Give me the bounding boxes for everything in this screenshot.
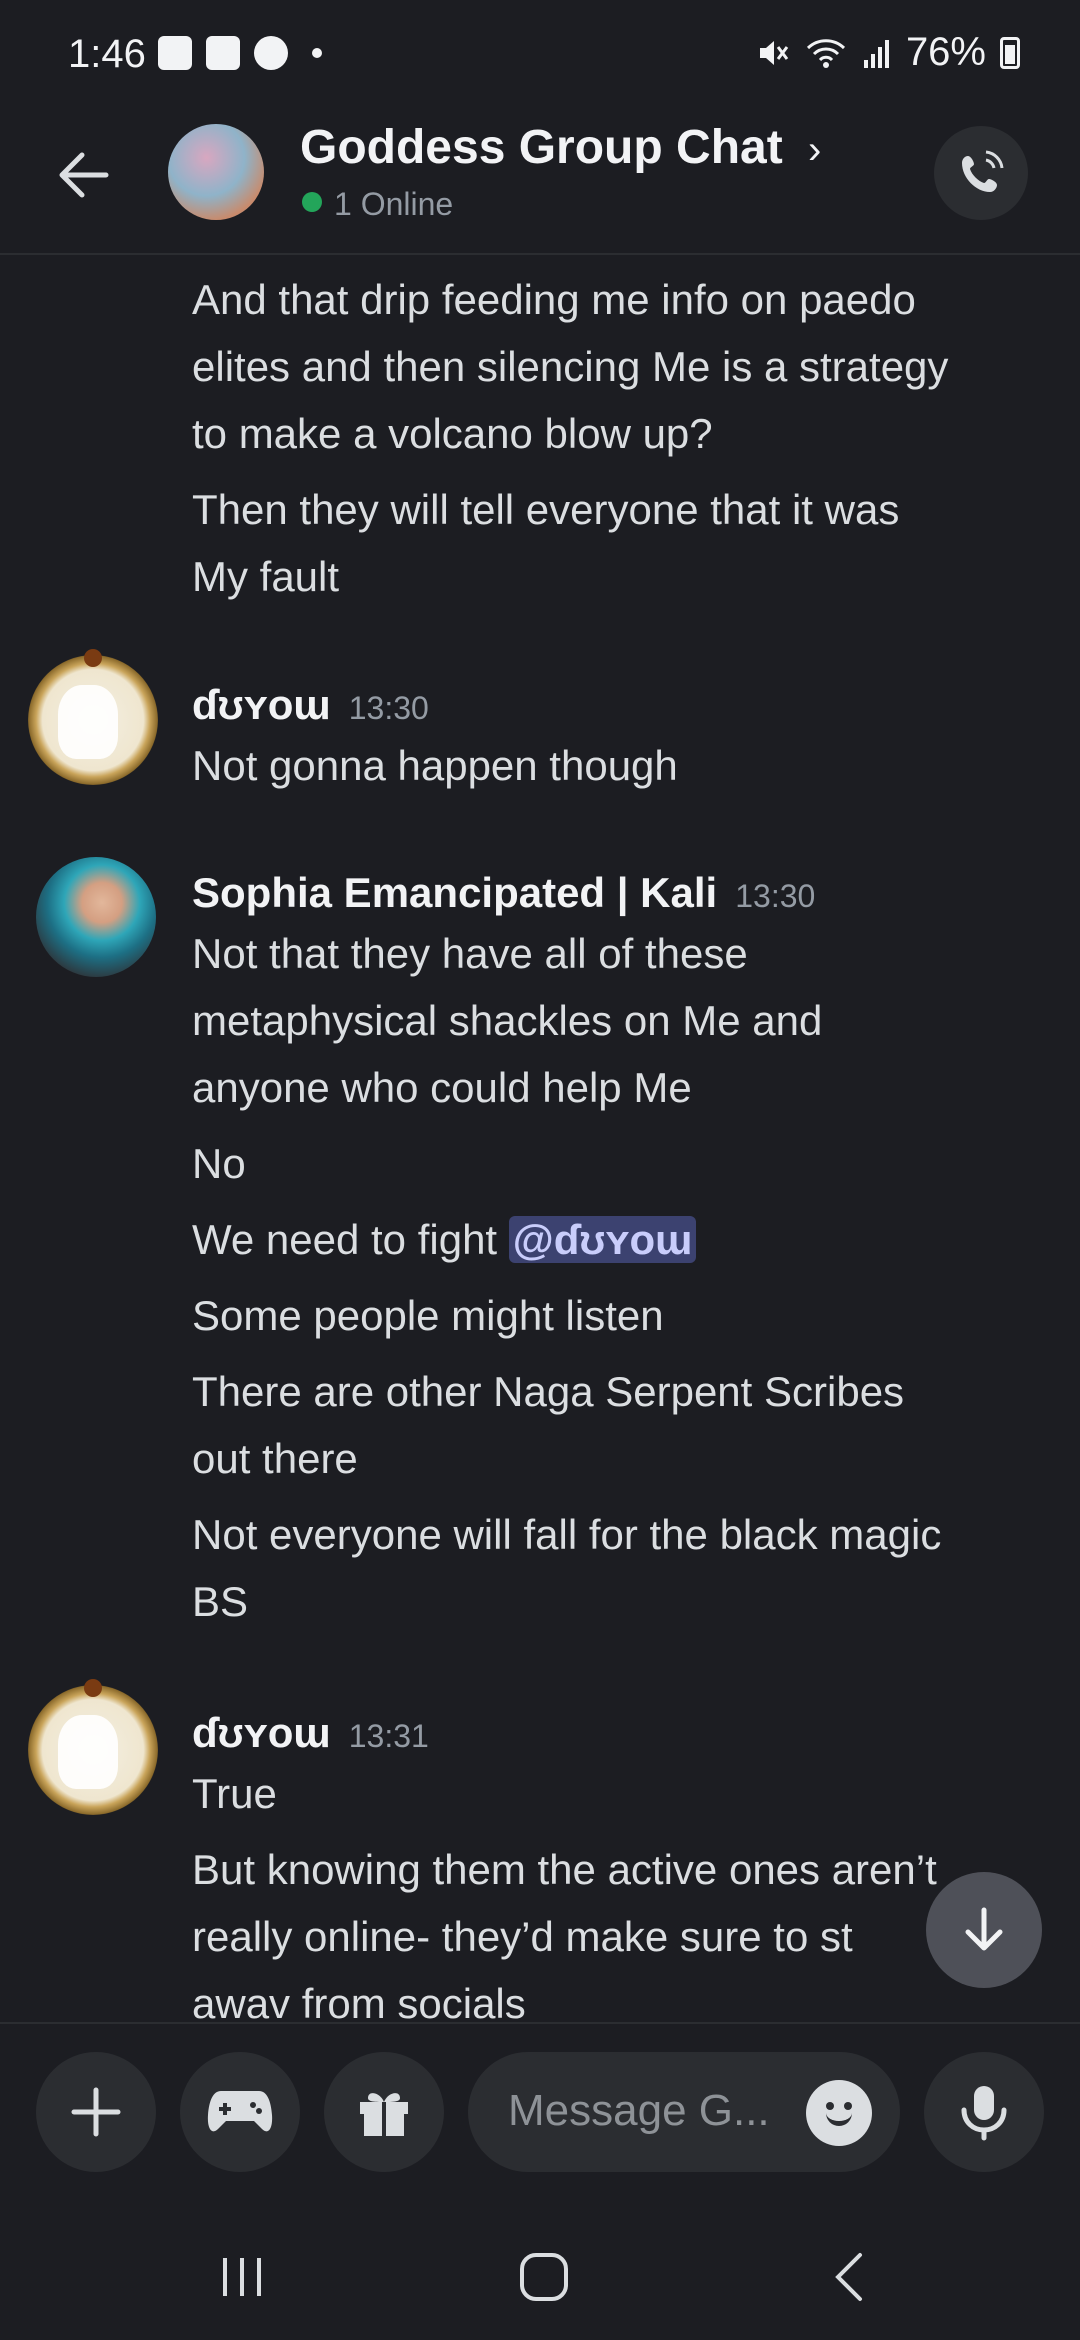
user-avatar[interactable] [28, 649, 158, 785]
system-status: 76% [756, 30, 1020, 75]
message-line: And that drip feeding me info on paedo [192, 276, 916, 323]
message-author[interactable]: ɗʊʏoɯ 13:31 [192, 1709, 429, 1757]
online-count: 1 Online [334, 186, 454, 222]
wifi-icon [806, 38, 845, 68]
message-line: There are other Naga Serpent Scribes [192, 1368, 905, 1415]
gamepad-icon [207, 2091, 273, 2132]
user-mention[interactable]: @ɗʊʏoɯ [508, 1216, 697, 1263]
message-line: anyone who could help Me [192, 1064, 692, 1111]
microphone-icon [961, 2086, 1007, 2141]
signal-icon [863, 39, 889, 68]
voice-message-button[interactable] [924, 2052, 1044, 2172]
message-line: metaphysical shackles on Me and [192, 997, 823, 1044]
emoji-mouth [826, 2112, 852, 2126]
message-timestamp: 13:30 [735, 878, 816, 914]
online-status-dot [302, 192, 322, 212]
message-author[interactable]: ɗʊʏoɯ 13:30 [192, 681, 429, 729]
battery-icon [1000, 36, 1020, 69]
chevron-right-icon[interactable]: › [808, 128, 821, 173]
message-line: elites and then silencing Me is a strate… [192, 343, 949, 390]
gallery-icon [158, 36, 192, 70]
message-line: Not that they have all of these [192, 930, 748, 977]
activities-button[interactable] [180, 2052, 300, 2172]
message-line: But knowing them the active ones aren’t [192, 1846, 937, 1893]
voice-call-button[interactable] [934, 126, 1028, 220]
mute-icon [759, 40, 789, 65]
message-line: Not gonna happen though [192, 742, 678, 789]
recent-apps-button[interactable] [202, 2242, 282, 2312]
message-line: True [192, 1770, 277, 1817]
arrow-down-icon [965, 1907, 1003, 1951]
message-line: Not everyone will fall for the black mag… [192, 1511, 942, 1558]
author-name[interactable]: ɗʊʏoɯ [192, 1709, 331, 1756]
back-icon [835, 2253, 862, 2301]
author-name[interactable]: Sophia Emancipated | Kali [192, 869, 717, 916]
scroll-to-bottom-button[interactable] [926, 1872, 1042, 1988]
chat-header: Goddess Group Chat › 1 Online [0, 110, 1080, 255]
message-timestamp: 13:30 [348, 690, 429, 726]
message-line: to make a volcano blow up? [192, 410, 713, 457]
phone-icon [962, 150, 1004, 192]
message-composer: Message G... [0, 2022, 1080, 2202]
recent-apps-icon [223, 2258, 261, 2296]
message-timestamp: 13:31 [348, 1718, 429, 1754]
calendar-icon [206, 36, 240, 70]
message-line: awav from socials [192, 1980, 526, 2022]
gift-button[interactable] [324, 2052, 444, 2172]
message-list[interactable]: And that drip feeding me info on paedo e… [0, 257, 1080, 2022]
user-avatar[interactable] [28, 1679, 158, 1815]
message-line: We need to fight @ɗʊʏoɯ [192, 1207, 1052, 1273]
plus-icon [71, 2087, 121, 2137]
user-avatar[interactable] [36, 857, 156, 977]
attach-button[interactable] [36, 2052, 156, 2172]
chat-title[interactable]: Goddess Group Chat [300, 120, 783, 175]
gift-icon [360, 2093, 408, 2136]
author-name[interactable]: ɗʊʏoɯ [192, 681, 331, 728]
group-avatar[interactable] [168, 124, 264, 220]
message-line: out there [192, 1435, 358, 1482]
home-icon [520, 2253, 568, 2301]
system-navigation-bar [0, 2202, 1080, 2340]
message-line: Some people might listen [192, 1292, 664, 1339]
emoji-icon[interactable] [806, 2080, 872, 2146]
message-line: BS [192, 1578, 249, 1625]
notification-icons [158, 36, 322, 70]
back-button[interactable] [810, 2242, 890, 2312]
message-line: Then they will tell everyone that it was [192, 486, 900, 533]
more-notifications-dot-icon [312, 48, 322, 58]
message-line: really online- they’d make sure to st [192, 1913, 853, 1960]
message-input-placeholder: Message G... [508, 2086, 770, 2135]
message-author[interactable]: Sophia Emancipated | Kali 13:30 [192, 869, 815, 917]
battery-percent: 76% [905, 30, 986, 74]
message-text: We need to fight [192, 1216, 498, 1263]
status-time: 1:46 [68, 32, 146, 76]
message-input[interactable]: Message G... [468, 2052, 900, 2172]
home-button[interactable] [504, 2242, 584, 2312]
back-arrow-icon[interactable] [50, 140, 120, 210]
status-bar: 1:46 76% [0, 0, 1080, 110]
message-line: No [192, 1140, 246, 1187]
youtube-icon [254, 36, 288, 70]
message-line: My fault [192, 553, 340, 600]
